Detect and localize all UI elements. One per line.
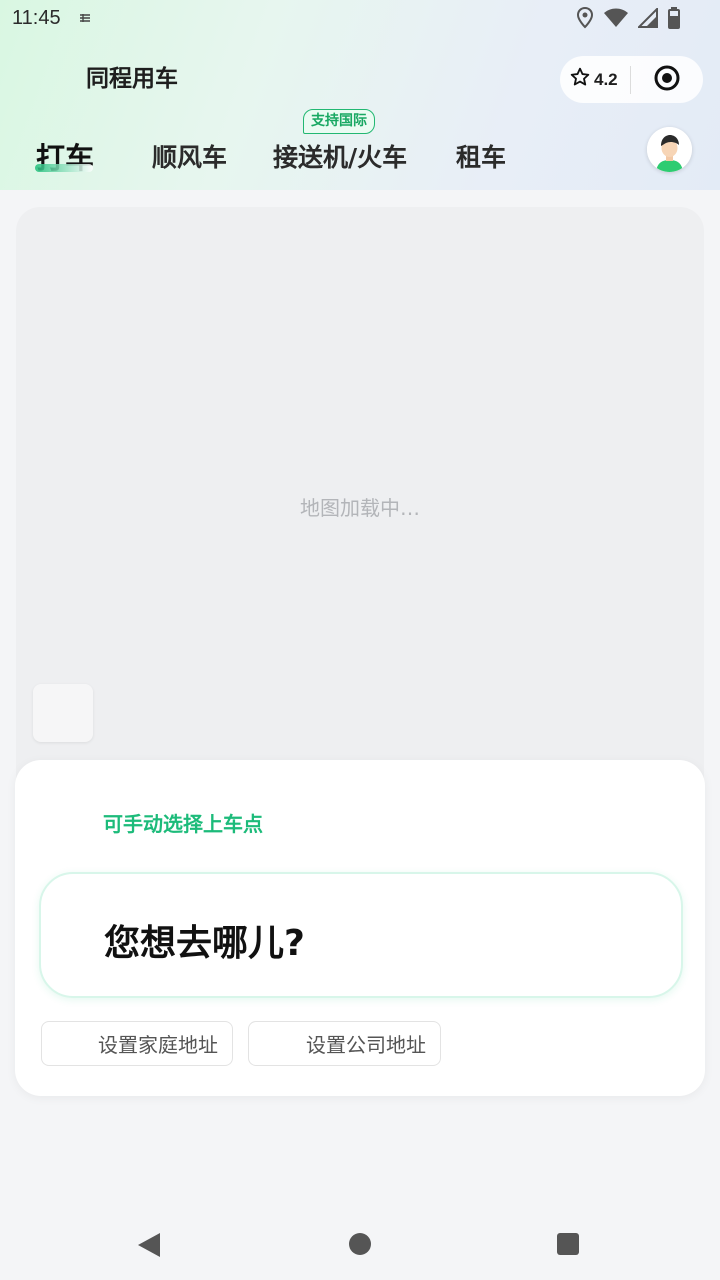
battery-icon — [668, 7, 680, 33]
pickup-hint[interactable]: 可手动选择上车点 — [103, 808, 263, 837]
destination-input[interactable]: 您想去哪儿? — [39, 872, 683, 998]
target-icon — [653, 64, 681, 96]
back-icon[interactable] — [136, 1231, 162, 1263]
tab-hitch[interactable]: 顺风车 — [152, 138, 227, 174]
set-home-address-button[interactable]: 设置家庭地址 — [41, 1021, 233, 1066]
destination-card: 可手动选择上车点 您想去哪儿? 设置家庭地址 设置公司地址 — [15, 760, 705, 1096]
mini-program-capsule: 4.2 — [560, 56, 703, 103]
notification-icon — [78, 10, 92, 29]
recents-icon[interactable] — [556, 1232, 580, 1260]
set-work-address-button[interactable]: 设置公司地址 — [248, 1021, 441, 1066]
home-icon[interactable] — [348, 1232, 372, 1260]
set-work-address-label: 设置公司地址 — [306, 1033, 426, 1057]
active-tab-indicator — [35, 164, 93, 172]
tab-airport-train[interactable]: 接送机/火车 — [273, 138, 407, 174]
user-avatar[interactable] — [647, 127, 692, 172]
international-badge: 支持国际 — [303, 109, 375, 134]
rating-button[interactable]: 4.2 — [560, 67, 630, 92]
app-title: 同程用车 — [86, 66, 178, 92]
status-time: 11:45 — [12, 7, 61, 29]
status-bar: 11:45 — [0, 0, 720, 38]
tab-rental[interactable]: 租车 — [456, 138, 506, 174]
signal-icon — [636, 6, 658, 32]
star-icon — [570, 67, 590, 92]
avatar-icon — [647, 127, 692, 172]
destination-prompt: 您想去哪儿? — [104, 923, 305, 964]
wifi-icon — [604, 8, 628, 32]
locate-button[interactable] — [33, 684, 93, 742]
map-view[interactable]: 地图加载中… — [16, 207, 704, 807]
set-home-address-label: 设置家庭地址 — [98, 1033, 218, 1057]
map-loading-text: 地图加载中… — [300, 496, 420, 520]
system-nav-bar — [0, 1208, 720, 1280]
location-icon — [576, 6, 594, 33]
rating-value: 4.2 — [594, 69, 618, 89]
close-target-button[interactable] — [631, 64, 703, 96]
